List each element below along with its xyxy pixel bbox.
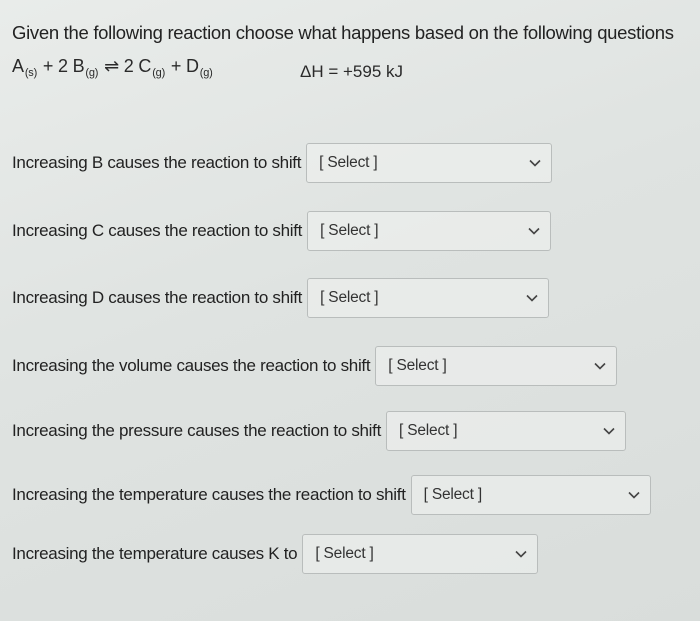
chevron-down-icon: [529, 159, 541, 167]
chevron-down-icon: [594, 362, 606, 370]
select-value: [ Select ]: [315, 545, 374, 562]
question-label: Increasing the temperature causes the re…: [12, 485, 406, 504]
species-a: A(s): [12, 56, 38, 79]
species-c: ⇌ 2 C(g): [104, 56, 166, 79]
select-value: [ Select ]: [399, 422, 458, 439]
question-intro: Given the following reaction choose what…: [12, 22, 674, 43]
k-select-temperature[interactable]: [ Select ]: [302, 534, 539, 574]
question-row-temperature: Increasing the temperature causes the re…: [12, 475, 651, 515]
select-value: [ Select ]: [319, 154, 378, 171]
shift-select-d[interactable]: [ Select ]: [307, 278, 550, 318]
chevron-down-icon: [628, 491, 640, 499]
question-label: Increasing B causes the reaction to shif…: [12, 153, 302, 172]
species-b: + 2 B(g): [42, 56, 99, 79]
chevron-down-icon: [515, 550, 527, 558]
shift-select-temperature[interactable]: [ Select ]: [410, 475, 651, 515]
species-d: + D(g): [170, 56, 213, 79]
question-label: Increasing the temperature causes K to: [12, 544, 298, 563]
question-row-volume: Increasing the volume causes the reactio…: [12, 346, 618, 386]
shift-select-pressure[interactable]: [ Select ]: [386, 411, 627, 451]
question-label: Increasing C causes the reaction to shif…: [12, 221, 303, 240]
select-value: [ Select ]: [320, 289, 379, 306]
question-row-k: Increasing the temperature causes K to […: [12, 534, 539, 574]
question-label: Increasing the volume causes the reactio…: [12, 356, 371, 375]
select-value: [ Select ]: [423, 486, 483, 503]
shift-select-volume[interactable]: [ Select ]: [375, 346, 618, 386]
question-row-d: Increasing D causes the reaction to shif…: [12, 278, 550, 318]
chevron-down-icon: [528, 227, 540, 235]
chevron-down-icon: [526, 294, 538, 302]
question-row-c: Increasing C causes the reaction to shif…: [12, 211, 552, 251]
select-value: [ Select ]: [388, 357, 447, 374]
question-label: Increasing D causes the reaction to shif…: [12, 288, 303, 307]
question-row-b: Increasing B causes the reaction to shif…: [12, 143, 553, 183]
reaction-equation: A(s) + 2 B(g) ⇌ 2 C(g) + D(g): [12, 56, 214, 79]
shift-select-c[interactable]: [ Select ]: [307, 211, 552, 251]
quiz-page: Given the following reaction choose what…: [0, 0, 700, 621]
enthalpy-value: ΔH = +595 kJ: [300, 62, 404, 81]
question-row-pressure: Increasing the pressure causes the react…: [12, 411, 627, 451]
select-value: [ Select ]: [320, 222, 379, 239]
question-label: Increasing the pressure causes the react…: [12, 421, 382, 440]
chevron-down-icon: [603, 427, 615, 435]
shift-select-b[interactable]: [ Select ]: [306, 143, 553, 183]
